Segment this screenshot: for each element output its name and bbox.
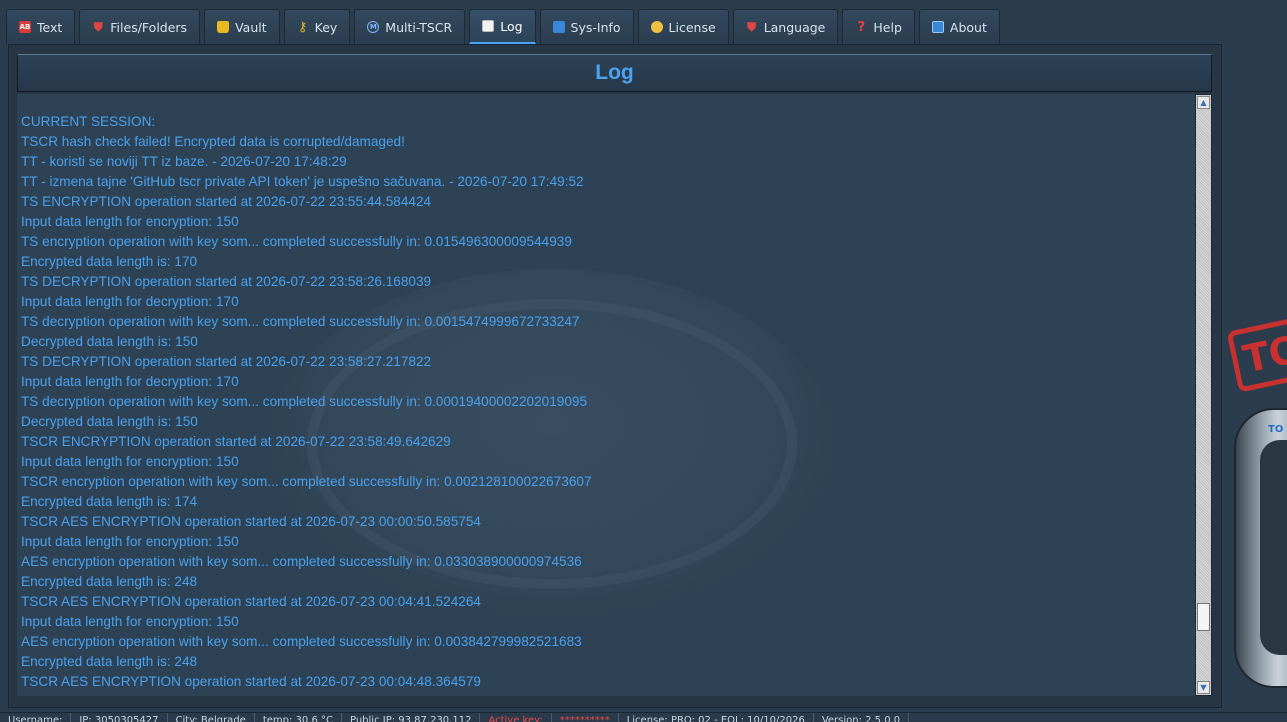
status-bar: Username: IP: 3050305427 City: Belgrade tem…: [0, 712, 1287, 722]
log-line: TT - koristi se noviji TT iz baze. - 202…: [21, 154, 347, 169]
log-line: TS encryption operation with key som... …: [21, 234, 572, 249]
tab-log[interactable]: Log: [469, 9, 536, 44]
tab-label: Key: [314, 19, 338, 35]
log-line: TS DECRYPTION operation started at 2026-…: [21, 354, 432, 369]
log-lines: CURRENT SESSION: TSCR hash check failed! …: [21, 112, 1191, 692]
scroll-up-button[interactable]: ▲: [1197, 96, 1210, 109]
log-line: TSCR AES ENCRYPTION operation started at…: [21, 594, 481, 609]
lock-icon: [217, 21, 230, 33]
tab-label: License: [668, 19, 716, 35]
log-line: Input data length for encryption: 150: [21, 454, 239, 469]
log-line: AES encryption operation with key som...…: [21, 554, 582, 569]
log-line: TSCR encryption operation with key som..…: [21, 474, 592, 489]
log-line: TS ENCRYPTION operation started at 2026-…: [21, 194, 432, 209]
log-line: Encrypted data length is: 248: [21, 574, 198, 589]
shield-icon: ⛊: [93, 20, 103, 34]
log-line: Input data length for encryption: 150: [21, 614, 239, 629]
license-medal-icon: [650, 21, 663, 33]
log-line: Encrypted data length is: 170: [21, 254, 198, 269]
scroll-thumb[interactable]: [1197, 603, 1210, 631]
question-icon: ?: [857, 19, 866, 35]
status-cell: Username:: [0, 713, 72, 722]
tab-help[interactable]: ? Help: [842, 9, 915, 44]
vertical-scrollbar[interactable]: ▲ ▼: [1195, 94, 1212, 696]
log-line: CURRENT SESSION:: [21, 114, 156, 129]
document-icon: [482, 20, 495, 32]
status-cell: License: PRO: 02 - EOL: 10/10/2026: [619, 713, 814, 722]
tab-vault[interactable]: Vault: [204, 9, 280, 44]
log-line: TS DECRYPTION operation started at 2026-…: [21, 274, 432, 289]
tab-label: About: [949, 19, 987, 35]
log-panel: Log CURRENT SESSION: TSCR hash check fail…: [8, 44, 1222, 708]
log-line: TS decryption operation with key som... …: [21, 394, 587, 409]
log-line: Input data length for encryption: 150: [21, 534, 239, 549]
tab-language[interactable]: ⛊ Language: [732, 9, 839, 44]
page-title: Log: [595, 61, 634, 84]
tab-label: Files/Folders: [110, 19, 188, 35]
tab-label: Sys-Info: [570, 19, 621, 35]
scroll-down-button[interactable]: ▼: [1197, 681, 1210, 694]
device-label: TO: [1268, 424, 1284, 435]
log-line: TSCR hash check failed! Encrypted data i…: [21, 134, 405, 149]
status-cell: temp: 30.6 °C: [255, 713, 342, 722]
log-line: TSCR AES ENCRYPTION operation started at…: [21, 514, 481, 529]
tab-label: Text: [37, 19, 63, 35]
log-line: Encrypted data length is: 174: [21, 494, 198, 509]
tab-about[interactable]: About: [918, 9, 1000, 44]
log-line: Decrypted data length is: 150: [21, 334, 198, 349]
log-line: AES encryption operation with key som...…: [21, 634, 582, 649]
tab-label: Vault: [235, 19, 267, 35]
shield-icon: ⛊: [747, 20, 757, 34]
tab-files-folders[interactable]: ⛊ Files/Folders: [79, 9, 201, 44]
tab-bar: AB Text ⛊ Files/Folders Vault ⚷ Key M Multi-TSCR…: [6, 9, 1000, 44]
log-line: TSCR AES ENCRYPTION operation started at…: [21, 674, 481, 689]
text-icon: AB: [19, 21, 31, 33]
log-line: Encrypted data length is: 248: [21, 654, 198, 669]
log-header: Log: [17, 54, 1212, 92]
status-cell: **********: [552, 713, 619, 722]
tab-text[interactable]: AB Text: [6, 9, 76, 44]
window-icon: [931, 21, 944, 33]
security-device-inner: [1260, 440, 1287, 655]
status-cell: Active key:: [480, 713, 552, 722]
log-line: Decrypted data length is: 150: [21, 414, 198, 429]
tab-label: Help: [873, 19, 902, 35]
log-line: TT - izmena tajne 'GitHub tscr private A…: [21, 174, 584, 189]
system-info-icon: [552, 21, 565, 33]
status-cell: Public IP: 93.87.230.112: [342, 713, 481, 722]
tab-multi-tscr[interactable]: M Multi-TSCR: [354, 9, 466, 44]
status-cell: Version: 2.5.0.0: [814, 713, 910, 722]
log-line: Input data length for encryption: 150: [21, 214, 239, 229]
tab-key[interactable]: ⚷ Key: [283, 9, 351, 44]
log-line: TS decryption operation with key som... …: [21, 314, 580, 329]
m-circle-icon: M: [367, 21, 380, 33]
tab-sys-info[interactable]: Sys-Info: [539, 9, 634, 44]
log-text-area[interactable]: CURRENT SESSION: TSCR hash check failed! …: [17, 94, 1195, 696]
key-icon: ⚷: [297, 19, 308, 35]
top-secret-stamp-icon: TO: [1226, 313, 1287, 393]
tab-label: Multi-TSCR: [385, 19, 453, 35]
status-cell: IP: 3050305427: [71, 713, 168, 722]
tab-label: Language: [763, 19, 826, 35]
log-line: Input data length for decryption: 170: [21, 294, 239, 309]
status-cell: City: Belgrade: [168, 713, 255, 722]
tab-label: Log: [500, 18, 523, 34]
log-line: TSCR ENCRYPTION operation started at 202…: [21, 434, 451, 449]
log-line: Input data length for decryption: 170: [21, 374, 239, 389]
tab-license[interactable]: License: [637, 9, 729, 44]
